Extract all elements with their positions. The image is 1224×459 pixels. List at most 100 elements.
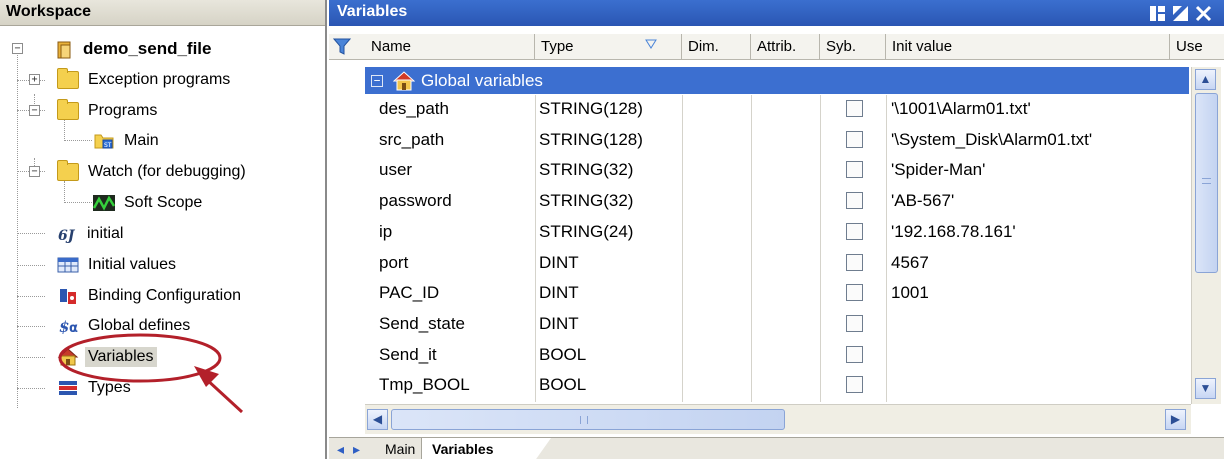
column-type-label: Type [541,38,574,55]
variable-type[interactable]: STRING(24) [539,218,679,247]
tree-item-main[interactable]: ST Main [93,126,162,156]
variable-row[interactable]: des_path STRING(128) '\1001\Alarm01.txt' [365,95,1189,124]
tree-label-initial: initial [87,225,124,242]
close-icon[interactable] [1195,5,1212,22]
symbol-checkbox[interactable] [846,192,863,210]
variable-name[interactable]: src_path [379,126,529,155]
variable-type[interactable]: STRING(128) [539,126,679,155]
variable-init-value[interactable]: 4567 [891,249,1181,278]
column-attrib[interactable]: Attrib. [751,34,820,60]
variable-row[interactable]: PAC_ID DINT 1001 [365,279,1189,308]
variable-name[interactable]: Send_state [379,310,529,339]
collapse-root-icon[interactable]: − [12,43,23,54]
variable-init-value[interactable] [891,371,1181,400]
variable-row[interactable]: user STRING(32) 'Spider-Man' [365,156,1189,185]
tree-item-soft-scope[interactable]: Soft Scope [92,188,205,218]
scroll-down-icon[interactable]: ▼ [1195,378,1216,399]
scroll-up-icon[interactable]: ▲ [1195,69,1216,90]
filter-icon[interactable] [332,38,352,61]
variable-init-value[interactable]: 1001 [891,279,1181,308]
tab-main[interactable]: Main [385,438,415,459]
symbol-checkbox[interactable] [846,222,863,240]
tree-item-initial-values[interactable]: Initial values [57,250,179,280]
variable-row[interactable]: password STRING(32) 'AB-567' [365,187,1189,216]
scroll-right-icon[interactable]: ▶ [1165,409,1186,430]
variable-row[interactable]: Send_it BOOL [365,341,1189,370]
vertical-scrollbar[interactable]: ▲ ▼ [1191,67,1221,404]
symbol-checkbox[interactable] [846,130,863,148]
variable-init-value[interactable]: '\System_Disk\Alarm01.txt' [891,126,1181,155]
tab-variables[interactable]: Variables [421,438,551,459]
collapse-watch-icon[interactable]: − [29,166,40,177]
variable-init-value[interactable] [891,310,1181,339]
variable-init-value[interactable]: '192.168.78.161' [891,218,1181,247]
symbol-checkbox[interactable] [846,345,863,363]
variable-name[interactable]: Send_it [379,341,529,370]
variable-type[interactable]: DINT [539,249,679,278]
variable-type[interactable]: DINT [539,310,679,339]
scroll-left-icon[interactable]: ◀ [367,409,388,430]
symbol-checkbox[interactable] [846,376,863,394]
variable-init-value[interactable]: 'AB-567' [891,187,1181,216]
tree-item-variables[interactable]: Variables [57,342,157,372]
variable-name[interactable]: port [379,249,529,278]
variable-type[interactable]: STRING(32) [539,156,679,185]
horizontal-scrollbar[interactable]: ◀ ▶ [365,404,1191,434]
symbol-checkbox[interactable] [846,253,863,271]
tree-label-root: demo_send_file [83,39,212,58]
horizontal-scroll-thumb[interactable] [391,409,785,430]
symbol-checkbox[interactable] [846,284,863,302]
tree-item-watch[interactable]: Watch (for debugging) [57,157,249,187]
column-user[interactable]: Use [1170,34,1224,60]
tree-item-global-defines[interactable]: $ α Global defines [57,311,193,341]
group-row-global-variables[interactable]: − Global variables [365,67,1189,94]
variable-row[interactable]: ip STRING(24) '192.168.78.161' [365,218,1189,247]
column-syb[interactable]: Syb. [820,34,886,60]
variable-name[interactable]: des_path [379,95,529,124]
symbol-checkbox[interactable] [846,100,863,117]
variable-name[interactable]: password [379,187,529,216]
variable-name[interactable]: Tmp_BOOL [379,371,529,400]
tree-item-programs[interactable]: Programs [57,96,160,126]
tab-scroll-right-icon[interactable]: ▸ [353,438,360,459]
variable-row[interactable]: port DINT 4567 [365,249,1189,278]
variables-title: Variables [337,3,408,20]
collapse-programs-icon[interactable]: − [29,105,40,116]
tab-scroll-left-icon[interactable]: ◂ [337,438,344,459]
vertical-scroll-thumb[interactable] [1195,93,1218,273]
split-view-icon[interactable] [1149,5,1166,22]
symbol-checkbox[interactable] [846,161,863,179]
tree-label-main: Main [124,132,159,149]
variable-type[interactable]: BOOL [539,341,679,370]
variable-name[interactable]: ip [379,218,529,247]
column-type[interactable]: Type [535,34,682,60]
variable-type[interactable]: BOOL [539,371,679,400]
variable-init-value[interactable] [891,341,1181,370]
variable-init-value[interactable]: '\1001\Alarm01.txt' [891,95,1181,124]
tree-item-types[interactable]: Types [57,373,134,403]
restore-window-icon[interactable] [1172,5,1189,22]
symbol-checkbox[interactable] [846,314,863,332]
tree-label-exception-programs: Exception programs [88,71,231,88]
variable-row[interactable]: Send_state DINT [365,310,1189,339]
tree-item-exception-programs[interactable]: Exception programs [57,65,233,95]
svg-text:ST: ST [104,142,112,149]
column-name[interactable]: Name [365,34,535,60]
variable-row[interactable]: src_path STRING(128) '\System_Disk\Alarm01… [365,126,1189,155]
variable-init-value[interactable]: 'Spider-Man' [891,156,1181,185]
column-init-value[interactable]: Init value [886,34,1170,60]
tree-item-initial[interactable]: 6J initial [57,219,126,249]
column-dim[interactable]: Dim. [682,34,751,60]
sort-icon [645,37,657,54]
expand-exception-icon[interactable]: + [29,74,40,85]
variable-type[interactable]: STRING(128) [539,95,679,124]
collapse-group-icon[interactable]: − [371,74,383,87]
variable-name[interactable]: PAC_ID [379,279,529,308]
tree-item-root[interactable]: demo_send_file [56,34,215,64]
variable-row[interactable]: Tmp_BOOL BOOL [365,371,1189,400]
variable-type[interactable]: DINT [539,279,679,308]
project-icon [56,40,74,59]
tree-item-binding-configuration[interactable]: Binding Configuration [57,281,244,311]
variable-type[interactable]: STRING(32) [539,187,679,216]
variable-name[interactable]: user [379,156,529,185]
